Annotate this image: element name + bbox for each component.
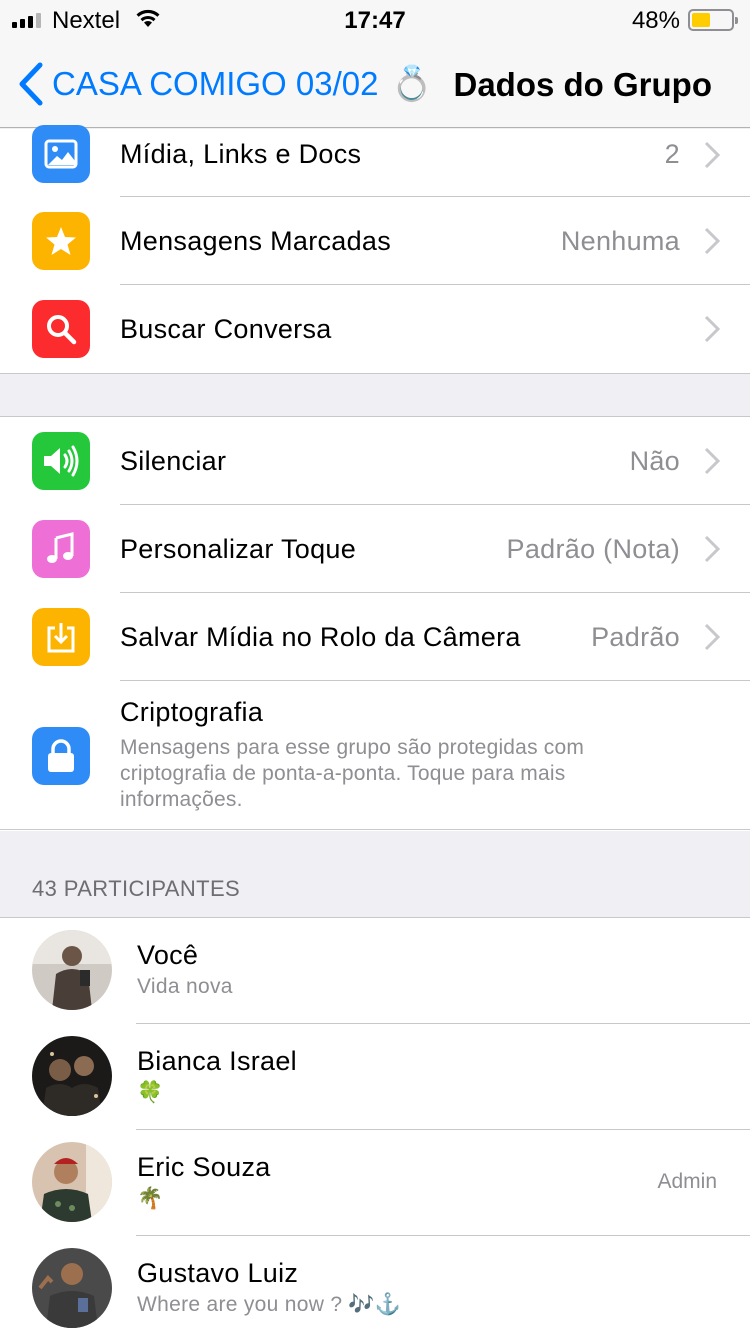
search-conversation-row[interactable]: Buscar Conversa [0,285,750,373]
row-value: Não [629,445,680,476]
status-bar: Nextel 17:47 48% [0,0,750,40]
navigation-bar: CASA COMIGO 03/02 💍 Dados do Grupo [0,40,750,128]
battery-icon [688,9,738,31]
save-media-row[interactable]: Salvar Mídia no Rolo da Câmera Padrão [0,593,750,681]
avatar [32,1248,112,1328]
lock-icon [32,727,90,785]
music-note-icon [32,520,90,578]
back-button[interactable]: CASA COMIGO 03/02 💍 [18,62,433,106]
participants-header: 43 PARTICIPANTES [32,876,241,901]
participant-row[interactable]: Bianca Israel 🍀 [0,1024,750,1130]
participant-name: Gustavo Luiz [137,1258,299,1288]
chevron-right-icon [704,141,720,169]
magnifier-icon [32,300,90,358]
encryption-title: Criptografia [120,697,264,727]
row-label: Personalizar Toque [120,533,357,564]
photo-icon [32,125,90,183]
custom-tone-row[interactable]: Personalizar Toque Padrão (Nota) [0,505,750,593]
row-value: Nenhuma [560,225,680,256]
participant-row[interactable]: Gustavo Luiz Where are you now ? 🎶⚓️ [0,1236,750,1334]
chevron-right-icon [704,447,720,475]
chevron-left-icon [19,62,43,106]
admin-badge: Admin [657,1170,717,1193]
page-title: Dados do Grupo [453,66,713,103]
encryption-description: Mensagens para esse grupo são protegidas… [120,736,585,811]
row-value: Padrão [591,621,680,652]
chevron-right-icon [704,315,720,343]
chat-settings-group: Silenciar Não Personalizar Toque Padrão … [0,417,750,831]
battery-percentage: 48% [631,7,680,34]
participant-row[interactable]: Você Vida nova [0,918,750,1024]
avatar [32,1142,112,1222]
row-label: Buscar Conversa [120,313,332,344]
row-label: Mídia, Links e Docs [120,139,362,169]
row-label: Mensagens Marcadas [120,225,392,256]
mute-row[interactable]: Silenciar Não [0,417,750,505]
row-label: Silenciar [120,445,227,476]
participant-status: Where are you now ? 🎶⚓️ [137,1293,402,1316]
participant-row[interactable]: Eric Souza 🌴 Admin [0,1130,750,1236]
encryption-row[interactable]: Criptografia Mensagens para esse grupo s… [0,681,750,831]
row-label: Salvar Mídia no Rolo da Câmera [120,621,521,652]
chat-tools-group: Mídia, Links e Docs 2 Mensagens Marcadas… [0,125,750,373]
participant-status: 🌴 [137,1187,164,1210]
starred-messages-row[interactable]: Mensagens Marcadas Nenhuma [0,197,750,285]
speaker-icon [32,432,90,490]
participant-name: Você [137,940,199,970]
ring-emoji: 💍 [390,65,433,103]
chevron-right-icon [704,535,720,563]
participant-name: Bianca Israel [137,1046,297,1076]
row-value: Padrão (Nota) [506,533,680,564]
participants-list: Você Vida nova Bianca Israel 🍀 Eric Souz… [0,918,750,1334]
participant-status: 🍀 [137,1081,164,1104]
chevron-right-icon [704,227,720,255]
avatar [32,930,112,1010]
participant-status: Vida nova [137,975,233,998]
avatar [32,1036,112,1116]
download-icon [32,608,90,666]
participant-name: Eric Souza [137,1152,271,1182]
back-button-label: CASA COMIGO 03/02 [52,65,379,102]
row-value: 2 [664,139,680,169]
star-icon [32,212,90,270]
media-links-docs-row[interactable]: Mídia, Links e Docs 2 [0,125,750,197]
battery-level [692,13,710,27]
chevron-right-icon [704,623,720,651]
